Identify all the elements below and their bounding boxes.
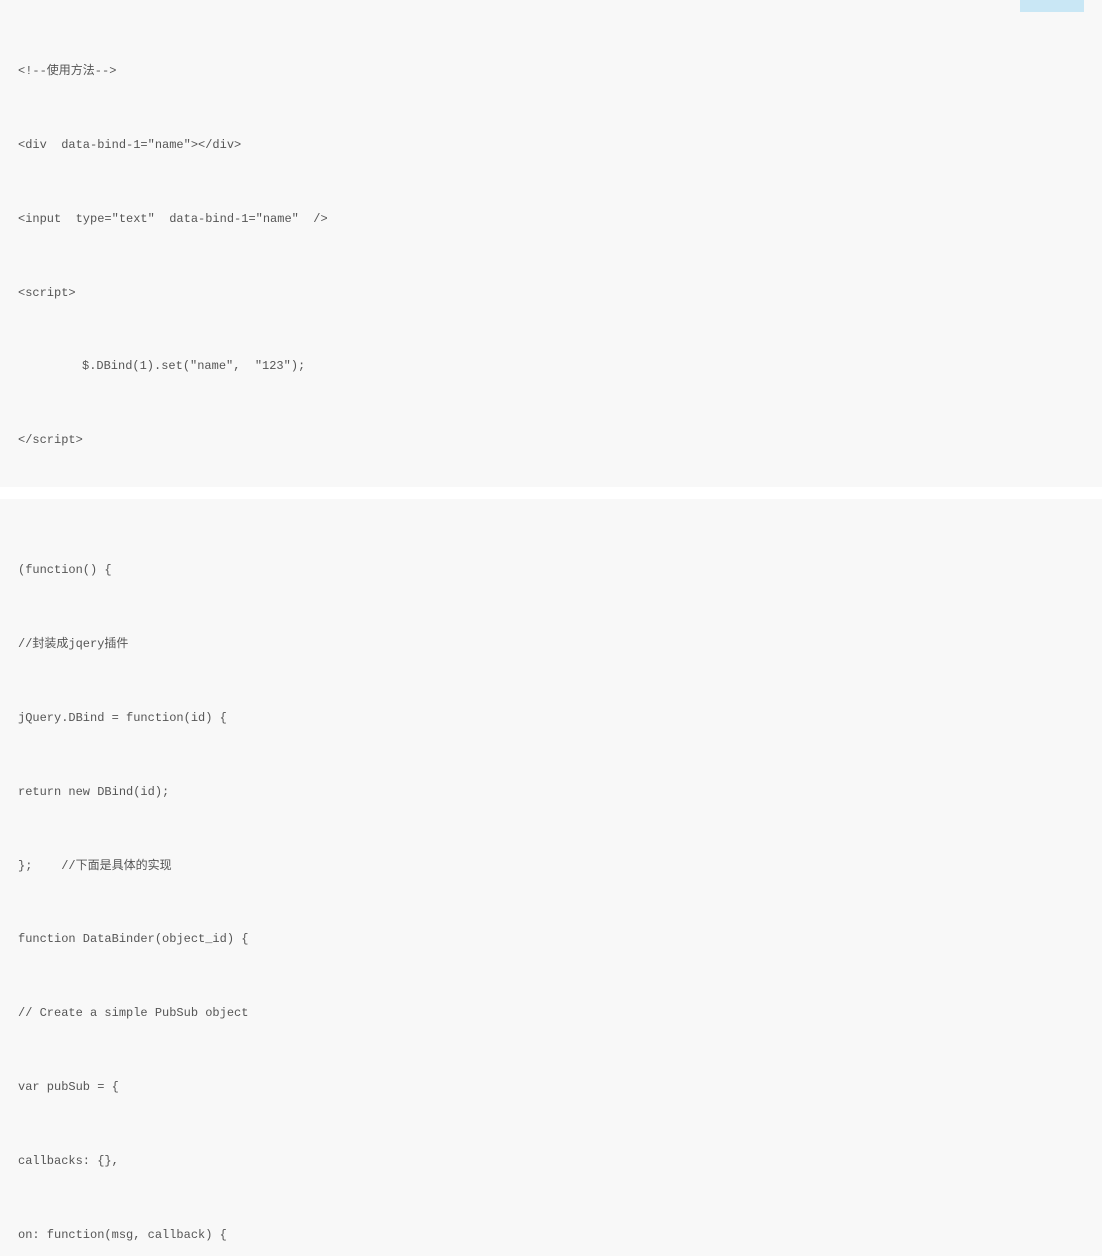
- code-line: return new DBind(id);: [18, 780, 1084, 805]
- top-right-tab: [1020, 0, 1084, 12]
- code-line: function DataBinder(object_id) {: [18, 927, 1084, 952]
- code-block-implementation: (function() { //封装成jqery插件 jQuery.DBind …: [0, 499, 1102, 1256]
- code-block-usage: <!--使用方法--> <div data-bind-1="name"></di…: [0, 0, 1102, 487]
- code-line: $.DBind(1).set("name", "123");: [18, 354, 1084, 379]
- code-line: jQuery.DBind = function(id) {: [18, 706, 1084, 731]
- code-line: //封装成jqery插件: [18, 632, 1084, 657]
- code-line: }; //下面是具体的实现: [18, 854, 1084, 879]
- code-line: <div data-bind-1="name"></div>: [18, 133, 1084, 158]
- code-line: on: function(msg, callback) {: [18, 1223, 1084, 1248]
- code-line: <!--使用方法-->: [18, 59, 1084, 84]
- code-line: </script>: [18, 428, 1084, 453]
- code-line: callbacks: {},: [18, 1149, 1084, 1174]
- code-line: <input type="text" data-bind-1="name" />: [18, 207, 1084, 232]
- code-line: // Create a simple PubSub object: [18, 1001, 1084, 1026]
- code-line: var pubSub = {: [18, 1075, 1084, 1100]
- code-line: (function() {: [18, 558, 1084, 583]
- code-line: <script>: [18, 281, 1084, 306]
